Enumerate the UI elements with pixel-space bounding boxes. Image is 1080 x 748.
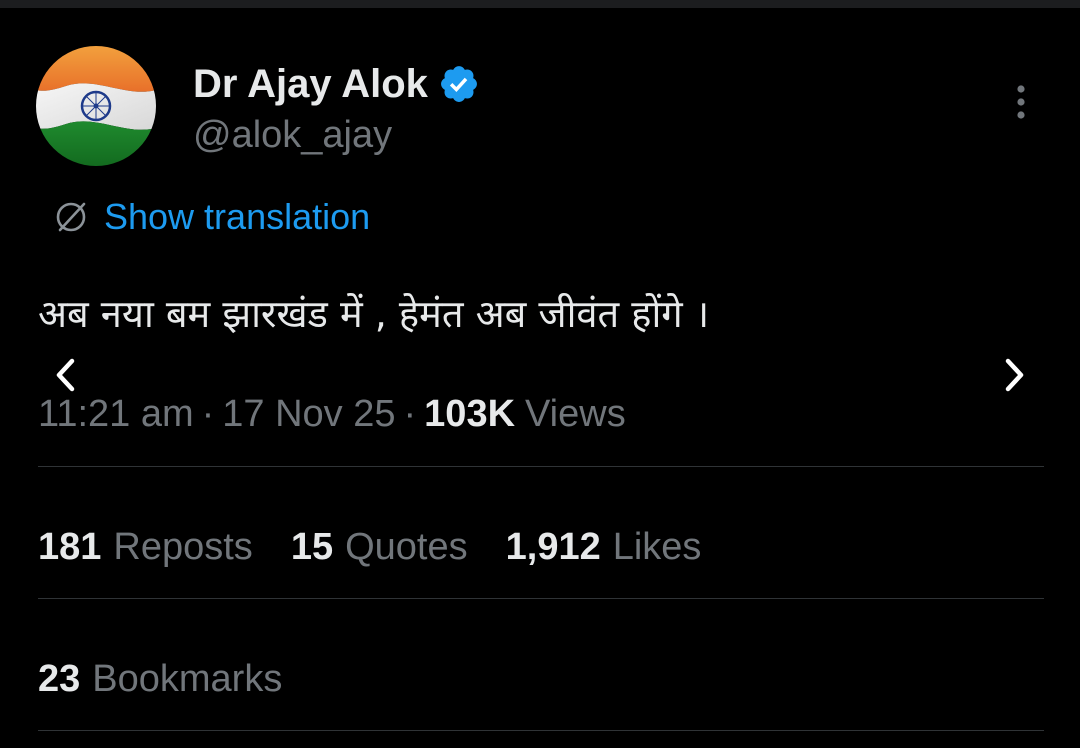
bookmarks-count: 23 [38,657,81,700]
engagement-stats: 181 Reposts 15 Quotes 1,912 Likes [38,518,739,576]
verified-badge-icon [438,63,480,105]
quotes-stat[interactable]: 15 Quotes [291,526,468,569]
india-flag-avatar [36,46,156,166]
likes-label: Likes [612,525,702,568]
reposts-stat[interactable]: 181 Reposts [38,526,253,569]
show-translation-link[interactable]: Show translation [104,196,370,238]
separator-dot: · [403,392,417,435]
more-vertical-icon[interactable] [1006,80,1036,130]
tweet-time[interactable]: 11:21 am [38,393,194,436]
divider [38,466,1044,467]
views-count: 103K [424,392,516,435]
likes-count: 1,912 [505,525,601,568]
bookmarks-label: Bookmarks [92,657,283,700]
bookmarks-stat-inner: 23 Bookmarks [38,658,282,701]
avatar[interactable] [36,46,156,166]
views-label: Views [525,392,626,435]
bookmarks-stat[interactable]: 23 Bookmarks [38,650,320,708]
reposts-label: Reposts [113,525,253,568]
chevron-right-icon[interactable] [994,353,1034,397]
author-handle[interactable]: @alok_ajay [193,114,392,157]
tweet-text: अब नया बम झारखंड में , हेमंत अब जीवंत हो… [38,292,710,336]
quotes-label: Quotes [345,525,468,568]
top-edge [0,0,1080,8]
divider [38,598,1044,599]
tweet-date[interactable]: 17 Nov 25 [222,393,395,436]
separator-dot: · [201,392,215,435]
likes-stat[interactable]: 1,912 Likes [506,526,702,569]
globe-icon [52,198,90,236]
tweet-card: Dr Ajay Alok @alok_ajay Show translation… [0,8,1080,748]
translation-row[interactable]: Show translation [52,194,370,240]
quotes-count: 15 [290,525,334,568]
reposts-count: 181 [38,525,102,568]
author-display-name[interactable]: Dr Ajay Alok [193,62,428,107]
author-name-row: Dr Ajay Alok [193,58,480,110]
tweet-meta: 11:21 am · 17 Nov 25 · 103K Views [38,386,626,442]
divider [38,730,1044,731]
